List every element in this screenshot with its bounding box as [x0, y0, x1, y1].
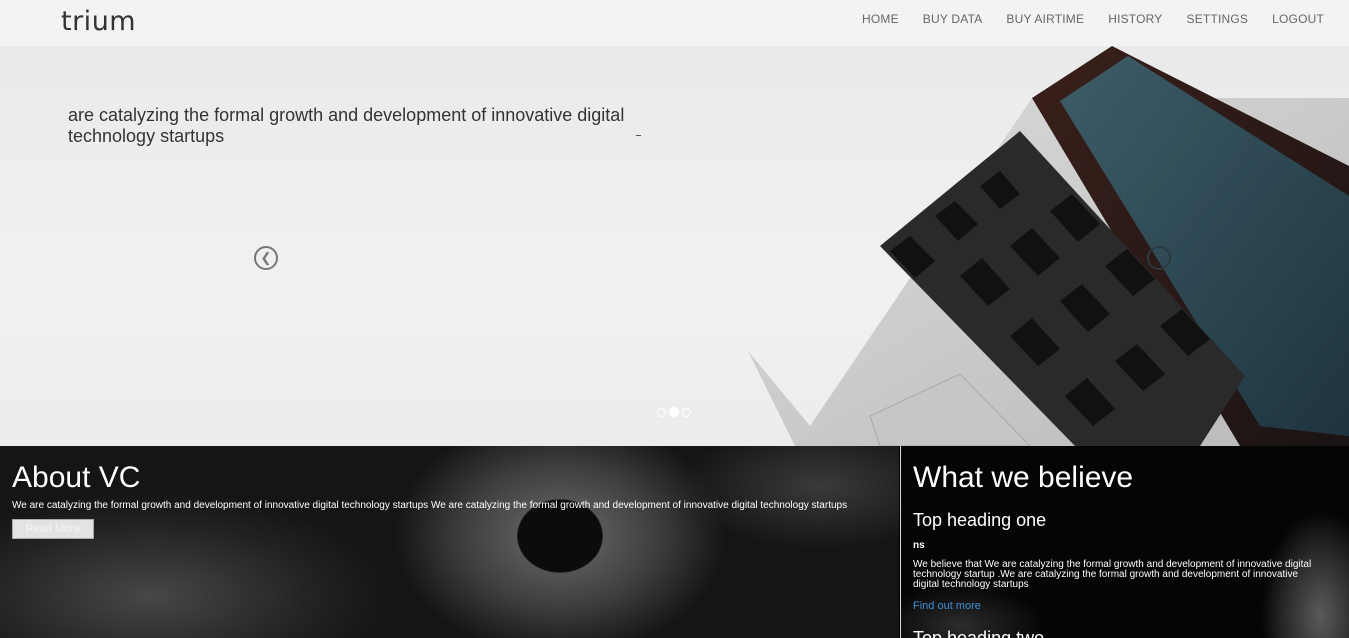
- about-title: About VC: [12, 461, 141, 494]
- brand-logo[interactable]: trium: [61, 6, 136, 37]
- caption-divider: [636, 135, 641, 136]
- believe-section: What we believe Top heading one ns We be…: [900, 446, 1349, 638]
- hero-carousel: are catalyzing the formal growth and dev…: [0, 46, 1349, 446]
- find-out-more-link[interactable]: Find out more: [913, 600, 981, 612]
- carousel-dot-1[interactable]: [657, 408, 666, 417]
- heading-one-body: We believe that We are catalyzing the fo…: [913, 559, 1312, 590]
- carousel-dot-3[interactable]: [682, 408, 691, 417]
- heading-one-subtext: ns: [913, 540, 925, 551]
- about-text: We are catalyzing the formal growth and …: [12, 500, 848, 511]
- main-nav: HOME BUY DATA BUY AIRTIME HISTORY SETTIN…: [862, 12, 1324, 26]
- heading-two: Top heading two: [913, 628, 1045, 638]
- nav-history[interactable]: HISTORY: [1108, 12, 1162, 26]
- top-navbar: trium HOME BUY DATA BUY AIRTIME HISTORY …: [0, 0, 1349, 46]
- nav-logout[interactable]: LOGOUT: [1272, 12, 1324, 26]
- about-section: About VC We are catalyzing the formal gr…: [0, 446, 899, 638]
- carousel-indicators: [657, 407, 691, 417]
- believe-title: What we believe: [913, 461, 1134, 494]
- nav-settings[interactable]: SETTINGS: [1187, 12, 1249, 26]
- laptop-image: [748, 46, 1349, 446]
- hero-caption: are catalyzing the formal growth and dev…: [68, 105, 625, 146]
- read-more-button[interactable]: Read More: [12, 519, 94, 539]
- carousel-prev-icon[interactable]: ❮: [254, 246, 278, 270]
- nav-home[interactable]: HOME: [862, 12, 899, 26]
- heading-one: Top heading one: [913, 510, 1047, 530]
- nav-buy-data[interactable]: BUY DATA: [923, 12, 983, 26]
- carousel-next-icon[interactable]: [1147, 246, 1171, 270]
- nav-buy-airtime[interactable]: BUY AIRTIME: [1006, 12, 1084, 26]
- carousel-dot-2[interactable]: [669, 407, 679, 417]
